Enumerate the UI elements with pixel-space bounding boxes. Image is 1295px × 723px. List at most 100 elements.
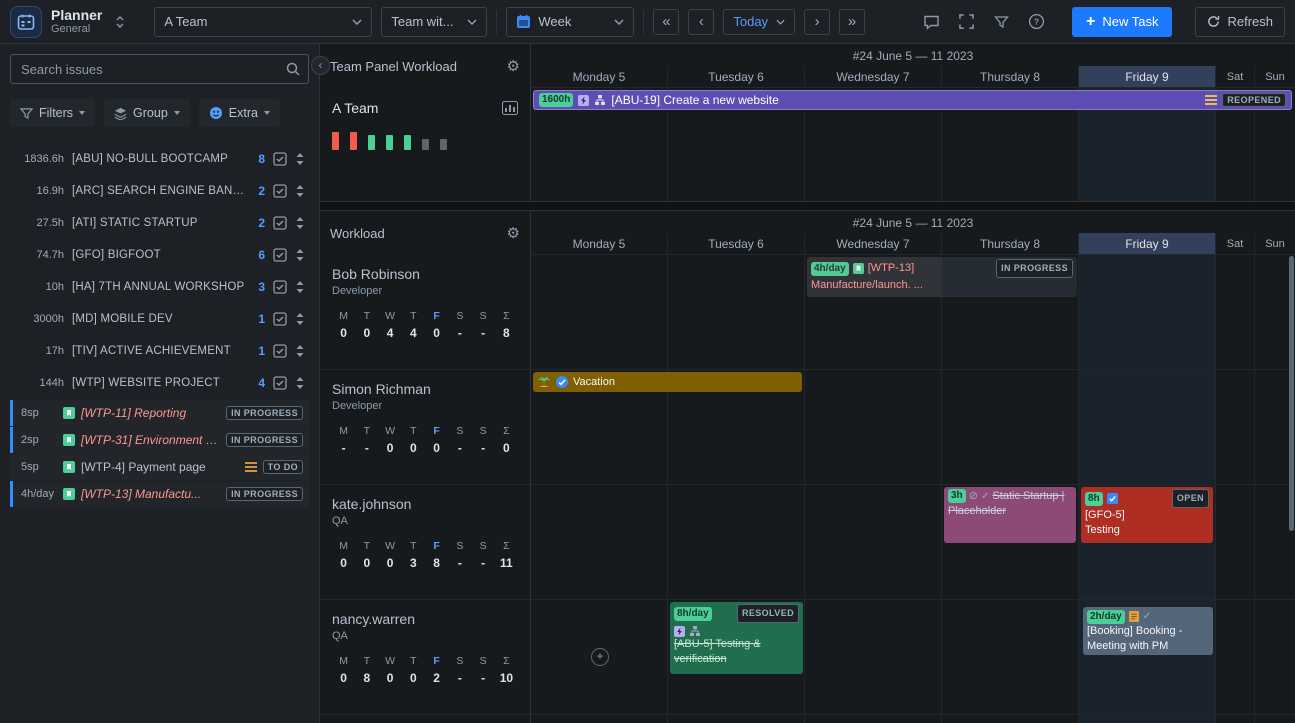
day-header-today[interactable]: Friday 9 xyxy=(1079,233,1216,254)
timeline-task-bar[interactable]: 1600h [ABU-19] Create a new website REOP… xyxy=(533,90,1292,110)
day-cell[interactable] xyxy=(1255,600,1295,714)
day-header-today[interactable]: Friday 9 xyxy=(1079,66,1216,87)
day-cell[interactable] xyxy=(668,715,805,723)
day-cell-today[interactable] xyxy=(1079,370,1216,484)
project-row[interactable]: 144h [WTP] WEBSITE PROJECT 4 xyxy=(10,367,309,399)
project-row[interactable]: 1836.6h [ABU] NO-BULL BOOTCAMP 8 xyxy=(10,143,309,175)
day-cell[interactable] xyxy=(805,485,942,599)
day-cell[interactable] xyxy=(805,715,942,723)
day-cell[interactable] xyxy=(942,600,1079,714)
task-card[interactable]: 4h/day [WTP-13] IN PROGRESS Manufacture/… xyxy=(807,257,1077,297)
day-header[interactable]: Sat xyxy=(1216,233,1255,254)
prev-period-fast-button[interactable]: « xyxy=(653,9,679,35)
sort-arrows-icon[interactable] xyxy=(295,248,305,262)
group-button[interactable]: Group xyxy=(104,99,190,127)
day-header[interactable]: Sun xyxy=(1255,233,1295,254)
extra-button[interactable]: Extra xyxy=(199,99,280,127)
day-header[interactable]: Thursday 8 xyxy=(942,66,1079,87)
sidebar-task-row[interactable]: 2sp [WTP-31] Environment s... IN PROGRES… xyxy=(10,427,309,453)
sidebar-collapse-button[interactable]: ‹ xyxy=(311,56,330,75)
day-cell[interactable] xyxy=(531,715,668,723)
task-card[interactable]: 8h/day RESOLVED [ABU-5] Testing & verifi… xyxy=(670,602,803,674)
day-header[interactable]: Wednesday 7 xyxy=(805,66,942,87)
checkbox-icon[interactable] xyxy=(273,312,287,326)
day-cell[interactable] xyxy=(805,370,942,484)
new-task-button[interactable]: + New Task xyxy=(1072,7,1172,37)
vacation-card[interactable]: Vacation xyxy=(533,372,802,392)
day-cell-today[interactable] xyxy=(1079,715,1216,723)
sort-arrows-icon[interactable] xyxy=(295,280,305,294)
add-task-button[interactable]: + xyxy=(591,648,609,666)
next-period-button[interactable]: › xyxy=(804,9,830,35)
task-card[interactable]: 2h/day ✓ [Booking] Booking - Meeting wit… xyxy=(1083,607,1213,655)
project-row[interactable]: 17h [TIV] ACTIVE ACHIEVEMENT 1 xyxy=(10,335,309,367)
day-cell[interactable] xyxy=(1255,715,1295,723)
day-cell-today[interactable] xyxy=(1079,255,1216,369)
project-row[interactable]: 74.7h [GFO] BIGFOOT 6 xyxy=(10,239,309,271)
day-cell[interactable] xyxy=(1216,600,1255,714)
checkbox-icon[interactable] xyxy=(273,376,287,390)
day-header[interactable]: Sun xyxy=(1255,66,1295,87)
app-logo[interactable] xyxy=(10,6,42,38)
team-select[interactable]: A Team xyxy=(154,7,372,37)
filter-icon[interactable] xyxy=(988,9,1014,35)
day-cell[interactable] xyxy=(805,600,942,714)
day-header[interactable]: Tuesday 6 xyxy=(668,233,805,254)
sort-arrows-icon[interactable] xyxy=(295,152,305,166)
day-cell[interactable] xyxy=(668,485,805,599)
day-header[interactable]: Thursday 8 xyxy=(942,233,1079,254)
fullscreen-icon[interactable] xyxy=(953,9,979,35)
team-chart-icon[interactable] xyxy=(502,101,518,115)
day-cell[interactable] xyxy=(531,255,668,369)
sidebar-task-row[interactable]: 4h/day [WTP-13] Manufactu... IN PROGRESS xyxy=(10,481,309,507)
project-row[interactable]: 27.5h [ATI] STATIC STARTUP 2 xyxy=(10,207,309,239)
day-header[interactable]: Sat xyxy=(1216,66,1255,87)
project-row[interactable]: 16.9h [ARC] SEARCH ENGINE BAND... 2 xyxy=(10,175,309,207)
prev-period-button[interactable]: ‹ xyxy=(688,9,714,35)
day-cell[interactable] xyxy=(942,715,1079,723)
sort-arrows-icon[interactable] xyxy=(295,312,305,326)
team-name[interactable]: A Team xyxy=(332,100,378,116)
view-mode-select[interactable]: Team wit... xyxy=(381,7,487,37)
task-card[interactable]: 3h ⊘ ✓ Static Startup | Placeholder xyxy=(944,487,1076,543)
next-period-fast-button[interactable]: » xyxy=(839,9,865,35)
day-cell[interactable] xyxy=(1216,370,1255,484)
checkbox-icon[interactable] xyxy=(273,184,287,198)
checkbox-icon[interactable] xyxy=(273,248,287,262)
gear-icon[interactable]: ⚙ xyxy=(507,226,520,241)
checkbox-icon[interactable] xyxy=(273,152,287,166)
day-header[interactable]: Monday 5 xyxy=(531,66,668,87)
period-select[interactable]: Week xyxy=(506,7,634,37)
member-name[interactable]: kate.johnson xyxy=(332,496,518,512)
day-cell[interactable] xyxy=(668,255,805,369)
member-name[interactable]: nancy.warren xyxy=(332,611,518,627)
member-name[interactable]: Simon Richman xyxy=(332,381,518,397)
sort-arrows-icon[interactable] xyxy=(295,376,305,390)
day-cell[interactable] xyxy=(1216,715,1255,723)
feedback-icon[interactable] xyxy=(918,9,944,35)
checkbox-icon[interactable] xyxy=(273,280,287,294)
day-header[interactable]: Wednesday 7 xyxy=(805,233,942,254)
day-header[interactable]: Monday 5 xyxy=(531,233,668,254)
search-input[interactable] xyxy=(10,54,309,84)
day-cell[interactable] xyxy=(531,485,668,599)
project-row[interactable]: 10h [HA] 7TH ANNUAL WORKSHOP 3 xyxy=(10,271,309,303)
checkbox-icon[interactable] xyxy=(273,216,287,230)
refresh-button[interactable]: Refresh xyxy=(1195,7,1285,37)
sort-arrows-icon[interactable] xyxy=(295,344,305,358)
sort-arrows-icon[interactable] xyxy=(295,216,305,230)
sort-arrows-icon[interactable] xyxy=(295,184,305,198)
checkbox-icon[interactable] xyxy=(273,344,287,358)
day-cell[interactable] xyxy=(942,370,1079,484)
task-card[interactable]: 8h OPEN [GFO-5] Testing xyxy=(1081,487,1213,543)
gear-icon[interactable]: ⚙ xyxy=(507,59,520,74)
sidebar-task-row[interactable]: 5sp [WTP-4] Payment page TO DO xyxy=(10,454,309,480)
day-cell[interactable] xyxy=(1216,255,1255,369)
help-icon[interactable]: ? xyxy=(1023,9,1049,35)
project-row[interactable]: 3000h [MD] MOBILE DEV 1 xyxy=(10,303,309,335)
filters-button[interactable]: Filters xyxy=(10,99,95,127)
sidebar-task-row[interactable]: 8sp [WTP-11] Reporting IN PROGRESS xyxy=(10,400,309,426)
day-cell[interactable] xyxy=(1216,485,1255,599)
day-header[interactable]: Tuesday 6 xyxy=(668,66,805,87)
member-name[interactable]: Bob Robinson xyxy=(332,266,518,282)
